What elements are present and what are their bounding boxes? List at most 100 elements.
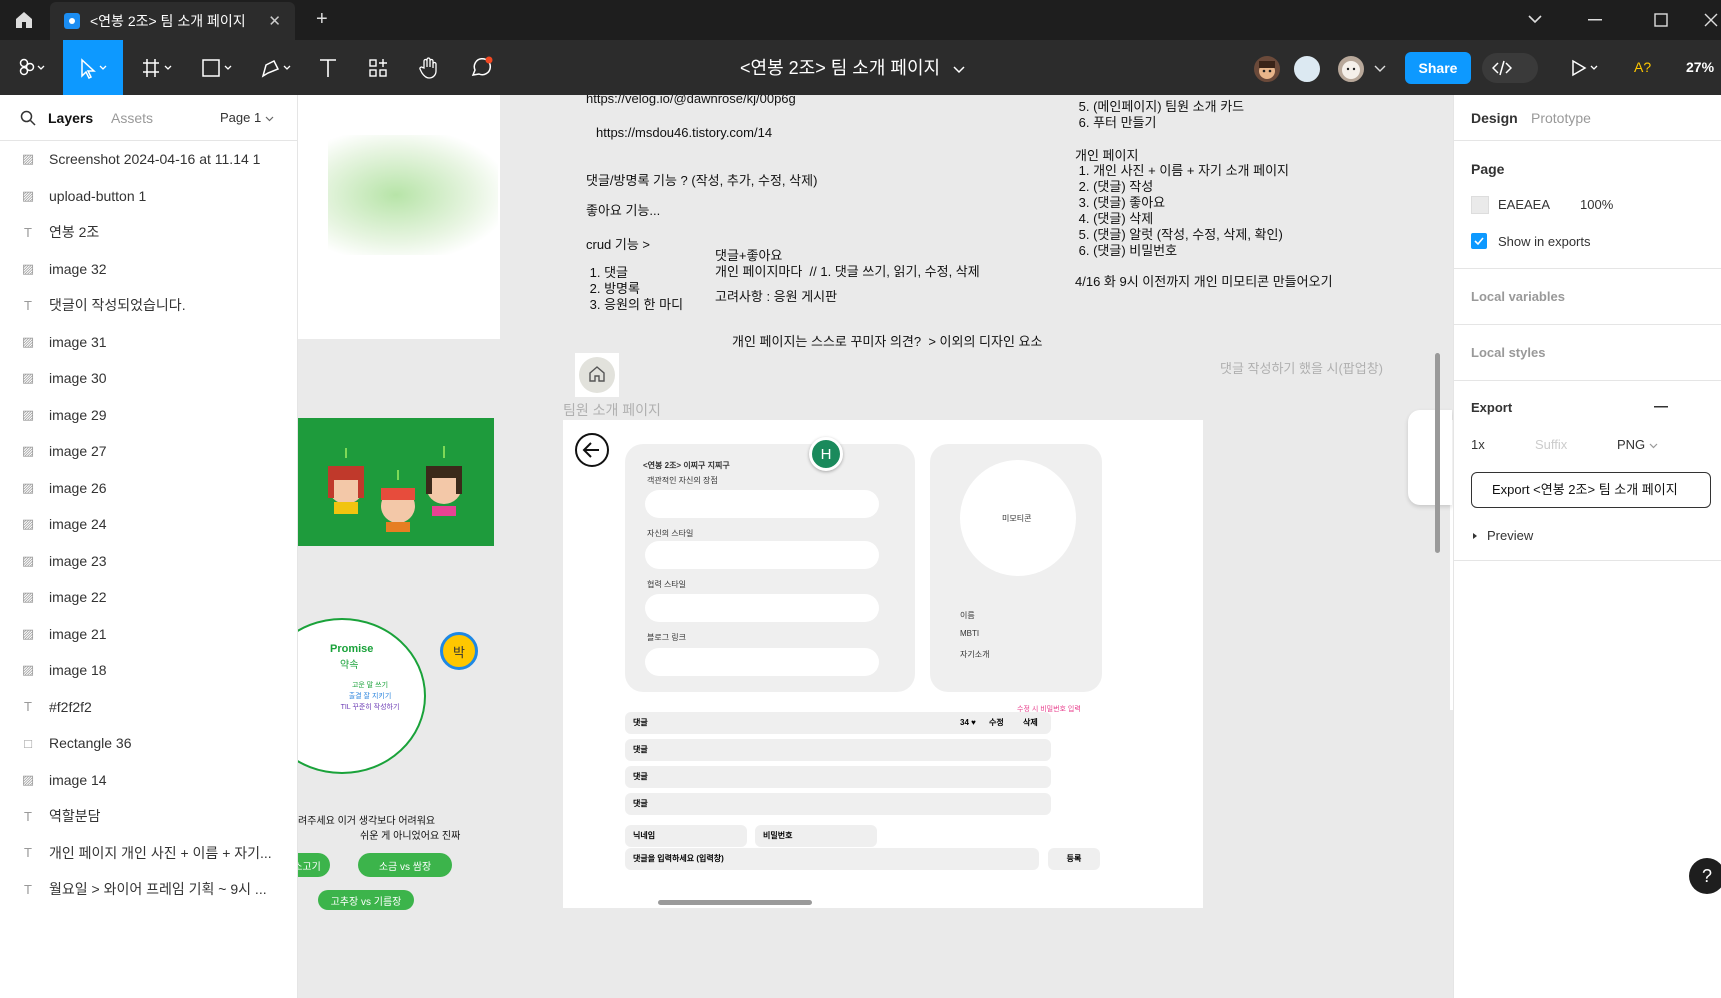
layer-row[interactable]: T 역할분담 (0, 798, 298, 834)
maximize-icon[interactable] (1654, 13, 1668, 27)
file-title[interactable]: <연봉 2조> 팀 소개 페이지 (740, 54, 965, 80)
pen-tool[interactable] (253, 40, 303, 95)
avatar-user-3[interactable] (1336, 54, 1366, 84)
layer-row[interactable]: ▨ image 24 (0, 506, 298, 542)
new-tab-button[interactable]: + (316, 8, 328, 31)
checkbox-checked-icon[interactable] (1471, 233, 1487, 249)
page-selector[interactable]: Page 1 (220, 110, 274, 125)
home-button-image[interactable] (575, 353, 619, 397)
main-menu-button[interactable] (8, 40, 54, 95)
layer-row[interactable]: T 월요일 > 와이어 프레임 기획 ~ 9시 ... (0, 871, 298, 907)
export-suffix-input[interactable]: Suffix (1535, 437, 1567, 452)
like-count[interactable]: 34 ♥ (960, 712, 976, 734)
chevron-down-icon[interactable] (1374, 65, 1386, 73)
remove-export-icon[interactable] (1654, 406, 1668, 408)
layer-row[interactable]: T 댓글이 작성되었습니다. (0, 287, 298, 323)
frame-tool[interactable] (135, 40, 183, 95)
food-pill[interactable]: 소금 vs 쌈장 (358, 853, 452, 877)
comment-row[interactable]: 댓글 34 ♥ 수정 삭제 (625, 712, 1051, 734)
close-window-icon[interactable] (1704, 13, 1718, 27)
layer-row[interactable]: ▨ image 22 (0, 579, 298, 615)
bg-color-swatch[interactable] (1471, 196, 1489, 214)
layer-row[interactable]: ▨ upload-button 1 (0, 178, 298, 214)
layer-row[interactable]: ▨ image 30 (0, 360, 298, 396)
present-button[interactable] (1566, 40, 1606, 95)
food-pill[interactable]: 소고기 (298, 853, 330, 877)
file-tab[interactable]: <연봉 2조> 팀 소개 페이지 ✕ (50, 2, 295, 40)
blog-field[interactable] (645, 648, 879, 676)
popup-frame-label[interactable]: 댓글 작성하기 했을 시(팝업창) (1220, 361, 1383, 377)
layer-row[interactable]: ▨ image 26 (0, 470, 298, 506)
local-variables-section[interactable]: Local variables (1454, 269, 1721, 325)
pixel-characters-illustration (328, 446, 462, 532)
bg-opacity-value[interactable]: 100% (1580, 197, 1613, 212)
layer-row[interactable]: ▨ image 23 (0, 543, 298, 579)
gradient-image[interactable] (298, 95, 500, 339)
layer-row[interactable]: T 연봉 2조 (0, 214, 298, 250)
user-badge-park[interactable]: 박 (440, 632, 478, 670)
home-icon[interactable] (12, 8, 36, 32)
bg-color-value[interactable]: EAEAEA (1498, 197, 1550, 212)
avatar-user-1[interactable] (1252, 54, 1282, 84)
strength-field[interactable] (645, 490, 879, 518)
preview-toggle[interactable]: Preview (1471, 528, 1533, 543)
password-field[interactable]: 비밀번호 (755, 825, 877, 847)
canvas[interactable]: https://velog.io/@dawnrose/kj/00p6g http… (298, 95, 1453, 998)
comment-input[interactable]: 댓글을 입력하세요 (입력창) (625, 848, 1039, 870)
layer-row[interactable]: ▨ image 29 (0, 397, 298, 433)
comment-row[interactable]: 댓글 (625, 739, 1051, 761)
horizontal-scrollbar[interactable] (658, 900, 812, 905)
resources-tool[interactable] (363, 40, 393, 95)
popup-card[interactable] (1408, 410, 1452, 505)
layer-row[interactable]: T #f2f2f2 (0, 689, 298, 725)
comment-row[interactable]: 댓글 (625, 793, 1051, 815)
text-tool[interactable] (313, 40, 343, 95)
chevron-down-icon[interactable] (1528, 14, 1542, 24)
dev-mode-toggle[interactable] (1482, 53, 1538, 83)
tab-layers[interactable]: Layers (48, 110, 93, 126)
share-button[interactable]: Share (1405, 52, 1471, 84)
edit-button[interactable]: 수정 (989, 712, 1004, 734)
profile-name: 이름 (960, 611, 975, 620)
layer-row[interactable]: ▨ image 18 (0, 652, 298, 688)
layer-row[interactable]: T 개인 페이지 개인 사진 + 이름 + 자기... (0, 835, 298, 871)
layer-row[interactable]: □ Rectangle 36 (0, 725, 298, 761)
layer-row[interactable]: ▨ image 32 (0, 251, 298, 287)
export-format-select[interactable]: PNG (1617, 437, 1658, 452)
export-scale[interactable]: 1x (1471, 437, 1485, 452)
missing-fonts-indicator[interactable]: A? (1634, 59, 1651, 75)
back-arrow-icon[interactable] (574, 432, 610, 468)
coop-field[interactable] (645, 594, 879, 622)
export-button[interactable]: Export <연봉 2조> 팀 소개 페이지 (1471, 472, 1711, 508)
avatar-user-2[interactable] (1292, 54, 1322, 84)
layer-row[interactable]: ▨ image 14 (0, 762, 298, 798)
characters-image[interactable] (298, 418, 494, 546)
hand-tool[interactable] (412, 40, 446, 95)
layer-row[interactable]: ▨ image 31 (0, 324, 298, 360)
help-button[interactable]: ? (1689, 858, 1721, 894)
layer-row[interactable]: ▨ Screenshot 2024-04-16 at 11.14 1 (0, 141, 298, 177)
promise-circle[interactable]: Promise 약속 고운 말 쓰기 출결 잘 지키기 TIL 꾸준히 작성하기 (298, 618, 426, 774)
layer-row[interactable]: ▨ image 27 (0, 433, 298, 469)
comment-row[interactable]: 댓글 (625, 766, 1051, 788)
close-tab-icon[interactable]: ✕ (268, 12, 281, 30)
move-tool[interactable] (63, 40, 123, 95)
tab-design[interactable]: Design (1471, 110, 1518, 126)
minimize-icon[interactable] (1588, 19, 1602, 21)
frame-label[interactable]: 팀원 소개 페이지 (563, 402, 661, 418)
layer-row[interactable]: ▨ image 21 (0, 616, 298, 652)
tab-assets[interactable]: Assets (111, 110, 153, 126)
style-field[interactable] (645, 541, 879, 569)
user-badge-h[interactable]: H (809, 437, 843, 471)
vertical-scrollbar[interactable] (1435, 353, 1440, 553)
comment-tool[interactable] (465, 40, 499, 95)
delete-button[interactable]: 삭제 (1023, 712, 1038, 734)
local-styles-section[interactable]: Local styles (1454, 325, 1721, 381)
search-icon[interactable] (20, 110, 36, 126)
submit-button[interactable]: 등록 (1048, 848, 1100, 870)
shape-tool[interactable] (195, 40, 243, 95)
nickname-field[interactable]: 닉네임 (625, 825, 747, 847)
food-pill[interactable]: 고추장 vs 기름장 (318, 890, 414, 910)
tab-prototype[interactable]: Prototype (1531, 110, 1591, 126)
zoom-level[interactable]: 27% (1686, 59, 1714, 75)
